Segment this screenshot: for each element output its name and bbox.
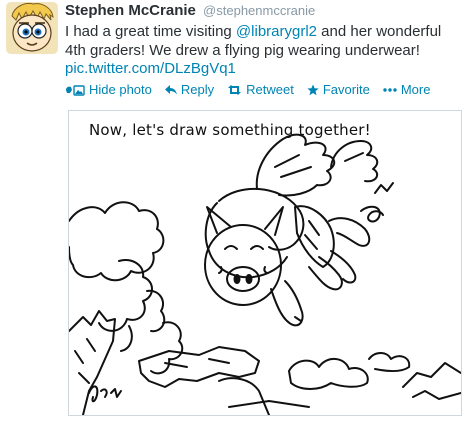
pic-link[interactable]: pic.twitter.com/DLzBgVq1: [65, 60, 463, 78]
hide-photo-button[interactable]: Hide photo: [65, 82, 152, 98]
author-name[interactable]: Stephen McCranie: [65, 2, 196, 19]
flying-pig-drawing: [69, 133, 461, 415]
tweet-actions: Hide photo Reply Retweet Favorite More: [65, 82, 463, 98]
mention-link[interactable]: @librarygrl2: [236, 23, 317, 40]
favorite-button[interactable]: Favorite: [307, 82, 370, 98]
tweet-photo[interactable]: Now, let's draw something together!: [68, 110, 462, 416]
more-dots-icon: [383, 88, 397, 92]
retweet-label: Retweet: [246, 82, 294, 97]
more-button[interactable]: More: [383, 82, 431, 98]
hide-photo-label: Hide photo: [89, 82, 152, 97]
photo-icon: [65, 84, 85, 96]
tweet-content: Stephen McCranie @stephenmccranie I had …: [65, 2, 463, 98]
retweet-button[interactable]: Retweet: [227, 82, 294, 98]
reply-button[interactable]: Reply: [164, 82, 215, 98]
avatar-cartoon-face: [6, 2, 58, 54]
tweet-text-before: I had a great time visiting: [65, 23, 236, 40]
tweet-header: Stephen McCranie @stephenmccranie: [65, 2, 463, 20]
tweet-text: I had a great time visiting @librarygrl2…: [65, 23, 463, 60]
author-handle[interactable]: @stephenmccranie: [203, 3, 315, 18]
reply-label: Reply: [180, 82, 215, 97]
reply-icon: [164, 85, 177, 95]
avatar[interactable]: [6, 2, 58, 54]
favorite-label: Favorite: [322, 82, 370, 97]
star-icon: [307, 84, 319, 96]
more-label: More: [400, 82, 431, 97]
retweet-icon: [227, 85, 242, 95]
